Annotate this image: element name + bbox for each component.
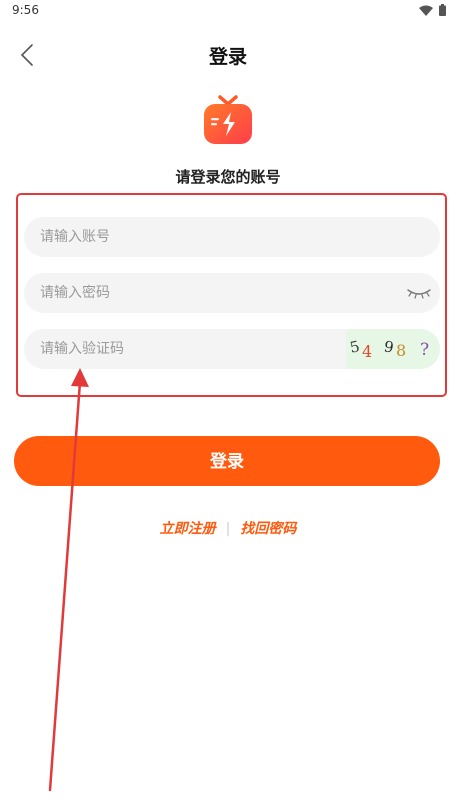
captcha-image[interactable]: 5 4 9 8 ? [346,329,440,369]
battery-icon [439,4,446,16]
password-field[interactable] [24,273,440,313]
account-field[interactable] [24,217,440,257]
login-subtitle: 请登录您的账号 [175,168,281,186]
forgot-password-link[interactable]: 找回密码 [240,521,296,537]
register-link[interactable]: 立即注册 [160,521,216,537]
captcha-char: ? [420,340,430,360]
captcha-char: 5 [348,337,362,357]
captcha-field[interactable]: 5 4 9 8 ? [24,329,440,369]
eye-closed-icon[interactable] [406,284,432,302]
password-input[interactable] [40,273,340,313]
page-title: 登录 [208,46,247,68]
status-bar: 9:56 [0,0,456,22]
captcha-char: 8 [396,341,407,360]
captcha-input[interactable] [40,329,340,369]
status-icons [419,4,446,16]
auth-links: 立即注册 | 找回密码 [0,518,456,538]
status-time: 9:56 [12,3,39,17]
wifi-icon [419,5,433,16]
login-button[interactable]: 登录 [14,436,440,486]
captcha-char: 9 [382,337,396,357]
captcha-char: 4 [362,342,373,361]
tv-lightning-logo [204,95,252,144]
account-input[interactable] [40,217,340,257]
link-divider: | [225,521,231,537]
nav-bar: 登录 [0,30,456,78]
